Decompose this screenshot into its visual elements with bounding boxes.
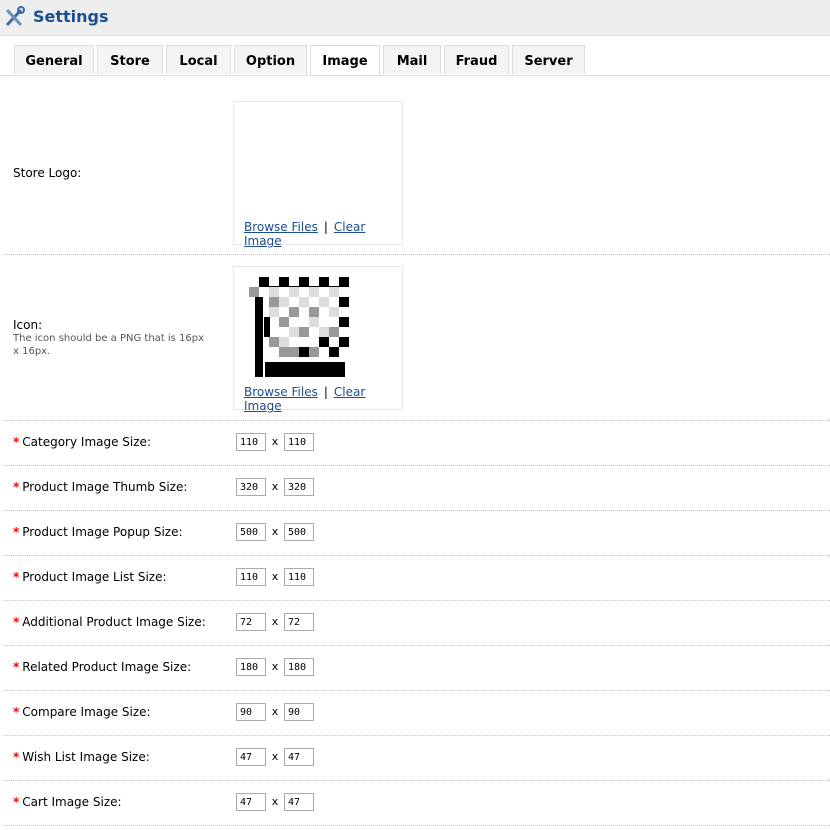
- additional-product-image-size-row: *Additional Product Image Size: x: [4, 601, 830, 646]
- required-mark: *: [13, 480, 20, 494]
- cart-height-input[interactable]: [284, 793, 314, 811]
- required-mark: *: [13, 705, 20, 719]
- size-label-text: Product Image List Size:: [22, 570, 167, 584]
- product-list-width-input[interactable]: [236, 568, 266, 586]
- favicon-preview-image: [249, 277, 349, 377]
- related-product-image-size-label: * Related Product Image Size:: [13, 660, 191, 674]
- product-thumb-size-fields: x: [236, 478, 314, 496]
- tools-icon: [5, 6, 25, 27]
- size-label-text: Additional Product Image Size:: [22, 615, 206, 629]
- product-thumb-width-input[interactable]: [236, 478, 266, 496]
- icon-box: Browse Files | Clear Image: [233, 266, 403, 413]
- tab-local[interactable]: Local: [166, 45, 231, 74]
- related-product-size-fields: x: [236, 658, 314, 676]
- tab-option[interactable]: Option: [234, 45, 307, 74]
- product-popup-size-fields: x: [236, 523, 314, 541]
- category-width-input[interactable]: [236, 433, 266, 451]
- additional-product-width-input[interactable]: [236, 613, 266, 631]
- related-product-width-input[interactable]: [236, 658, 266, 676]
- size-label-text: Product Image Popup Size:: [22, 525, 183, 539]
- product-list-height-input[interactable]: [284, 568, 314, 586]
- required-mark: *: [13, 795, 20, 809]
- product-popup-image-size-label: * Product Image Popup Size:: [13, 525, 183, 539]
- tab-store[interactable]: Store: [97, 45, 163, 74]
- store-logo-row: Store Logo: Browse Files | Clear Image: [4, 90, 830, 255]
- product-list-image-size-row: *Product Image List Size: x: [4, 556, 830, 601]
- page-header: Settings: [0, 0, 830, 36]
- store-logo-box: Browse Files | Clear Image: [233, 101, 403, 248]
- wish-list-image-size-row: *Wish List Image Size: x: [4, 736, 830, 781]
- category-image-size-label: * Category Image Size:: [13, 435, 151, 449]
- required-mark: *: [13, 660, 20, 674]
- tab-image[interactable]: Image: [310, 45, 380, 76]
- page-title: Settings: [33, 7, 109, 26]
- times-symbol: x: [271, 749, 279, 763]
- category-image-size-row: *Category Image Size: x: [4, 421, 830, 466]
- size-label-text: Wish List Image Size:: [22, 750, 150, 764]
- icon-link-separator: |: [323, 385, 328, 399]
- tabs-divider: [0, 75, 830, 76]
- product-thumb-image-size-label: * Product Image Thumb Size:: [13, 480, 187, 494]
- cart-image-size-row: *Cart Image Size: x: [4, 781, 830, 826]
- tab-general[interactable]: General: [14, 45, 94, 74]
- compare-width-input[interactable]: [236, 703, 266, 721]
- category-size-fields: x: [236, 433, 314, 451]
- wish-list-width-input[interactable]: [236, 748, 266, 766]
- times-symbol: x: [271, 659, 279, 673]
- size-label-text: Product Image Thumb Size:: [22, 480, 188, 494]
- compare-image-size-label: * Compare Image Size:: [13, 705, 151, 719]
- additional-product-size-fields: x: [236, 613, 314, 631]
- category-height-input[interactable]: [284, 433, 314, 451]
- logo-link-separator: |: [323, 220, 328, 234]
- size-label-text: Related Product Image Size:: [22, 660, 192, 674]
- icon-help-text: The icon should be a PNG that is 16px x …: [13, 333, 205, 357]
- compare-image-size-row: *Compare Image Size: x: [4, 691, 830, 736]
- icon-label: Icon:: [13, 318, 43, 332]
- product-popup-image-size-row: *Product Image Popup Size: x: [4, 511, 830, 556]
- product-list-image-size-label: * Product Image List Size:: [13, 570, 167, 584]
- required-mark: *: [13, 435, 20, 449]
- product-popup-height-input[interactable]: [284, 523, 314, 541]
- times-symbol: x: [271, 614, 279, 628]
- times-symbol: x: [271, 524, 279, 538]
- icon-label-group: Icon: The icon should be a PNG that is 1…: [13, 318, 213, 358]
- product-popup-width-input[interactable]: [236, 523, 266, 541]
- size-label-text: Compare Image Size:: [22, 705, 151, 719]
- times-symbol: x: [271, 479, 279, 493]
- required-mark: *: [13, 570, 20, 584]
- required-mark: *: [13, 525, 20, 539]
- size-label-text: Cart Image Size:: [22, 795, 122, 809]
- store-logo-label: Store Logo:: [13, 166, 82, 180]
- product-list-size-fields: x: [236, 568, 314, 586]
- tab-mail[interactable]: Mail: [383, 45, 441, 74]
- additional-product-height-input[interactable]: [284, 613, 314, 631]
- times-symbol: x: [271, 794, 279, 808]
- size-label-text: Category Image Size:: [22, 435, 151, 449]
- cart-width-input[interactable]: [236, 793, 266, 811]
- compare-size-fields: x: [236, 703, 314, 721]
- cart-image-size-label: * Cart Image Size:: [13, 795, 122, 809]
- times-symbol: x: [271, 704, 279, 718]
- wish-list-image-size-label: * Wish List Image Size:: [13, 750, 150, 764]
- product-thumb-image-size-row: *Product Image Thumb Size: x: [4, 466, 830, 511]
- times-symbol: x: [271, 569, 279, 583]
- related-product-height-input[interactable]: [284, 658, 314, 676]
- product-thumb-height-input[interactable]: [284, 478, 314, 496]
- additional-product-image-size-label: * Additional Product Image Size:: [13, 615, 206, 629]
- related-product-image-size-row: *Related Product Image Size: x: [4, 646, 830, 691]
- cart-size-fields: x: [236, 793, 314, 811]
- icon-browse-link[interactable]: Browse Files: [244, 385, 318, 399]
- times-symbol: x: [271, 434, 279, 448]
- required-mark: *: [13, 615, 20, 629]
- wish-list-size-fields: x: [236, 748, 314, 766]
- icon-row: Icon: The icon should be a PNG that is 1…: [4, 255, 830, 421]
- logo-browse-link[interactable]: Browse Files: [244, 220, 318, 234]
- wish-list-height-input[interactable]: [284, 748, 314, 766]
- tab-fraud[interactable]: Fraud: [444, 45, 509, 74]
- compare-height-input[interactable]: [284, 703, 314, 721]
- required-mark: *: [13, 750, 20, 764]
- tab-server[interactable]: Server: [512, 45, 585, 74]
